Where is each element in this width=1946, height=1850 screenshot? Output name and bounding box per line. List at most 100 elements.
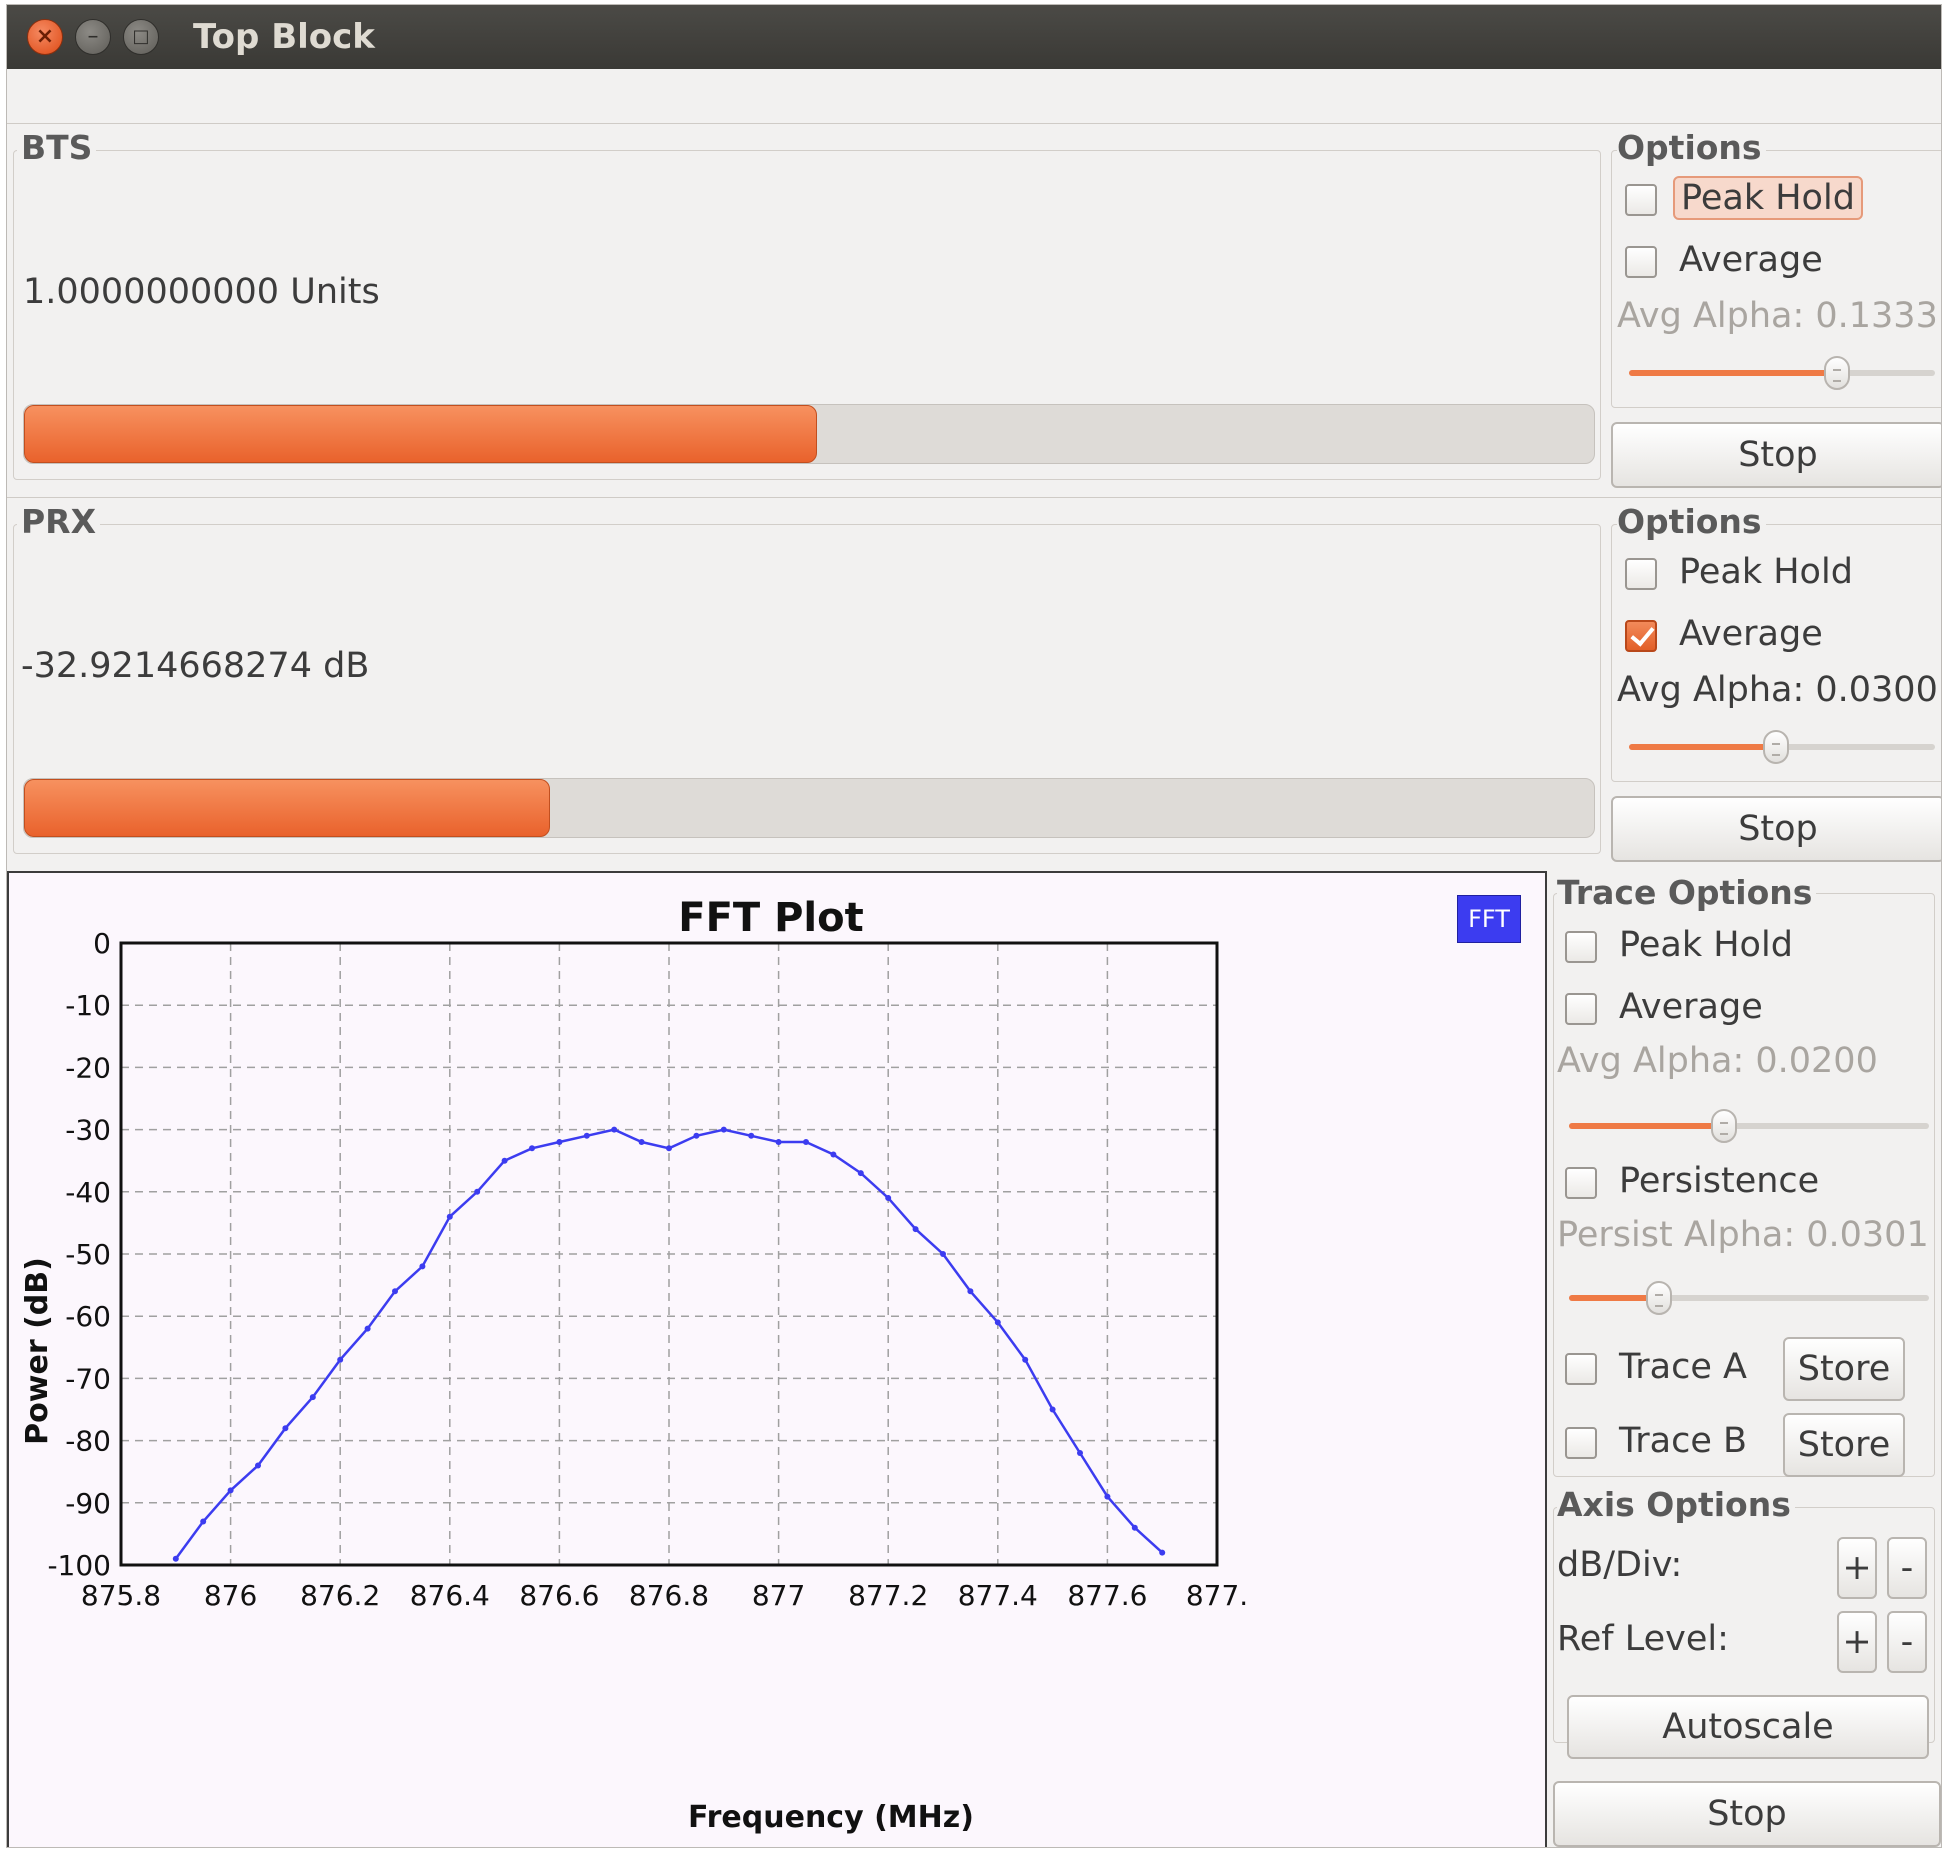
fft-plot-area: 875.8 876 876.2 876.4 876.6 876.8 877 877.2 877.…	[7, 871, 1547, 1847]
average-label[interactable]: Average	[1679, 614, 1823, 654]
trace-avg-alpha-slider[interactable]	[1569, 1109, 1929, 1143]
y-tick-label: -80	[65, 1425, 111, 1458]
persistence-checkbox[interactable]	[1565, 1167, 1597, 1199]
fft-data-point	[200, 1518, 207, 1525]
x-tick-label: 877	[752, 1579, 805, 1612]
ref-level-minus-button[interactable]: -	[1887, 1611, 1927, 1673]
level-bar-fill	[24, 779, 550, 837]
trace-average-label[interactable]: Average	[1619, 987, 1763, 1027]
slider-thumb[interactable]	[1824, 356, 1851, 390]
fft-data-point	[446, 1213, 453, 1220]
ref-level-label: Ref Level:	[1557, 1619, 1729, 1659]
fft-data-point	[1022, 1356, 1029, 1363]
fft-data-point	[638, 1139, 645, 1145]
fft-data-point	[994, 1319, 1001, 1326]
x-tick-label: 876.8	[629, 1579, 709, 1612]
autoscale-button[interactable]: Autoscale	[1567, 1695, 1929, 1759]
fft-data-point	[556, 1139, 563, 1145]
x-tick-label: 877.6	[1067, 1579, 1147, 1612]
slider-fill	[1569, 1123, 1724, 1129]
y-axis-label: Power (dB)	[20, 1257, 55, 1445]
fft-data-point	[501, 1157, 508, 1164]
db-div-plus-button[interactable]: +	[1837, 1537, 1877, 1599]
trace-b-checkbox[interactable]	[1565, 1427, 1597, 1459]
y-tick-label: -90	[65, 1487, 111, 1520]
fft-data-point	[583, 1132, 590, 1139]
minimize-window-button[interactable]: –	[75, 19, 111, 55]
trace-a-checkbox[interactable]	[1565, 1353, 1597, 1385]
axis-options-title: Axis Options	[1557, 1485, 1795, 1524]
peak-hold-label[interactable]: Peak Hold	[1673, 176, 1863, 220]
persist-alpha-slider[interactable]	[1569, 1281, 1929, 1315]
peak-hold-checkbox[interactable]	[1625, 184, 1657, 216]
y-tick-label: -40	[65, 1176, 111, 1209]
fft-data-point	[912, 1226, 919, 1233]
slider-thumb[interactable]	[1710, 1109, 1737, 1143]
trace-average-checkbox[interactable]	[1565, 993, 1597, 1025]
x-tick-label: 877.4	[958, 1579, 1038, 1612]
x-tick-label: 876.2	[300, 1579, 380, 1612]
slider-fill	[1629, 370, 1838, 376]
fft-data-point	[748, 1132, 755, 1139]
store-trace-b-button[interactable]: Store	[1783, 1413, 1905, 1477]
y-tick-label: 0	[93, 927, 111, 960]
x-tick-label: 877.2	[848, 1579, 928, 1612]
fft-data-point	[255, 1462, 261, 1469]
fft-data-point	[419, 1263, 426, 1270]
stop-button[interactable]: Stop	[1611, 422, 1941, 488]
x-tick-label: 875.8	[81, 1579, 161, 1612]
level-bar	[23, 778, 1595, 838]
average-checkbox[interactable]	[1625, 620, 1657, 652]
db-div-minus-button[interactable]: -	[1887, 1537, 1927, 1599]
fft-data-point	[803, 1139, 809, 1145]
fft-data-point	[720, 1126, 727, 1133]
x-tick-label: 876.4	[410, 1579, 490, 1612]
fft-data-point	[309, 1394, 316, 1401]
avg-alpha-slider[interactable]	[1629, 356, 1935, 390]
options-title: Options	[1617, 502, 1766, 541]
y-tick-label: -20	[65, 1051, 111, 1084]
stop-button[interactable]: Stop	[1611, 796, 1941, 862]
fft-data-point	[1131, 1524, 1138, 1531]
trace-peak-hold-checkbox[interactable]	[1565, 931, 1597, 963]
trace-b-label[interactable]: Trace B	[1619, 1421, 1747, 1461]
store-trace-a-button[interactable]: Store	[1783, 1337, 1905, 1401]
close-window-button[interactable]: ×	[27, 19, 63, 55]
persistence-label[interactable]: Persistence	[1619, 1161, 1819, 1201]
maximize-window-button[interactable]: □	[123, 19, 159, 55]
peak-hold-label[interactable]: Peak Hold	[1679, 552, 1853, 592]
trace-peak-hold-label[interactable]: Peak Hold	[1619, 925, 1793, 965]
fft-legend-marker: FFT	[1457, 895, 1521, 943]
chart-title: FFT Plot	[678, 895, 864, 941]
fft-data-point	[857, 1170, 864, 1177]
ref-level-plus-button[interactable]: +	[1837, 1611, 1877, 1673]
trace-avg-alpha-label: Avg Alpha: 0.0200	[1557, 1041, 1878, 1081]
level-bar-fill	[24, 405, 817, 463]
y-tick-label: -10	[65, 989, 111, 1022]
title-bar: × – □ Top Block	[7, 5, 1941, 69]
fft-data-point	[885, 1195, 892, 1201]
avg-alpha-label: Avg Alpha: 0.1333	[1617, 296, 1938, 336]
probe-label: BTS	[17, 128, 97, 167]
average-label[interactable]: Average	[1679, 240, 1823, 280]
toolbar-area	[7, 69, 1941, 124]
persist-alpha-label: Persist Alpha: 0.0301	[1557, 1215, 1929, 1255]
fft-data-point	[830, 1151, 837, 1158]
trace-a-label[interactable]: Trace A	[1619, 1347, 1747, 1387]
fft-stop-button[interactable]: Stop	[1553, 1781, 1941, 1847]
slider-thumb[interactable]	[1762, 730, 1789, 764]
peak-hold-checkbox[interactable]	[1625, 558, 1657, 590]
probe-value: 1.0000000000 Units	[23, 272, 380, 312]
fft-data-point	[775, 1139, 782, 1145]
fft-data-point	[392, 1288, 398, 1295]
level-bar	[23, 404, 1595, 464]
fft-data-point	[967, 1288, 974, 1295]
fft-data-point	[172, 1555, 179, 1562]
fft-data-point	[611, 1126, 618, 1133]
fft-data-point	[364, 1325, 371, 1332]
y-tick-label: -30	[65, 1114, 111, 1147]
average-checkbox[interactable]	[1625, 246, 1657, 278]
slider-thumb[interactable]	[1646, 1281, 1672, 1315]
slider-fill	[1629, 744, 1776, 750]
avg-alpha-slider[interactable]	[1629, 730, 1935, 764]
